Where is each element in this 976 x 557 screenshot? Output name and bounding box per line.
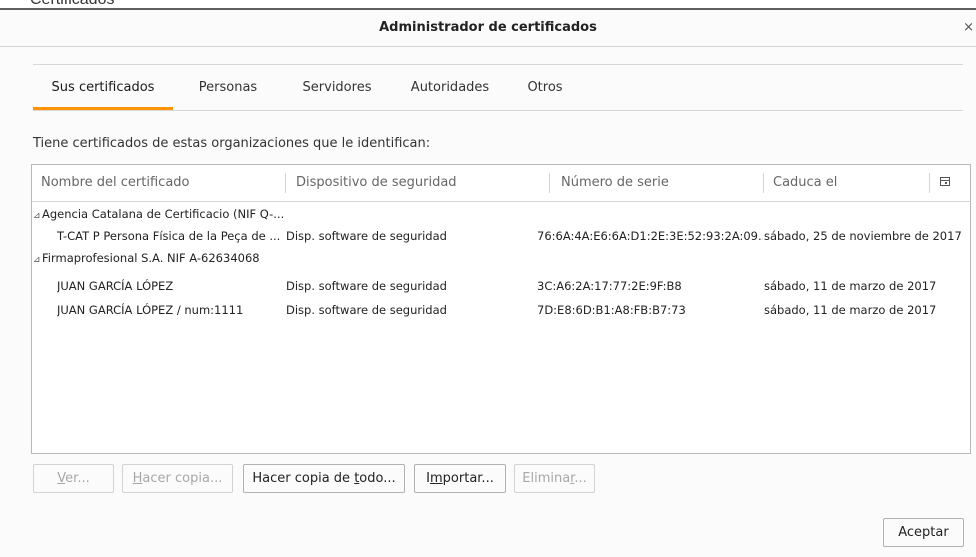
tab-servers[interactable]: Servidores	[287, 64, 387, 110]
column-separator[interactable]	[549, 173, 550, 193]
column-header-serial[interactable]: Número de serie	[561, 165, 669, 201]
cert-expires: sábado, 11 de marzo de 2017	[764, 303, 937, 317]
cert-device: Disp. software de seguridad	[286, 303, 447, 317]
import-button[interactable]: Importar...	[414, 464, 506, 493]
table-row[interactable]: JUAN GARCÍA LÓPEZ / num:1111 Disp. softw…	[32, 299, 970, 321]
tree-header: Nombre del certificado Dispositivo de se…	[32, 165, 970, 202]
delete-button[interactable]: Eliminar...	[514, 464, 595, 493]
collapse-triangle-icon[interactable]: ⊿	[33, 249, 41, 271]
intro-text: Tiene certificados de estas organizacion…	[33, 136, 431, 151]
cert-serial: 3C:A6:2A:17:77:2E:9F:B8	[537, 279, 682, 293]
column-header-device[interactable]: Dispositivo de seguridad	[296, 165, 457, 201]
cert-serial: 7D:E8:6D:B1:A8:FB:B7:73	[537, 303, 686, 317]
column-separator[interactable]	[763, 173, 764, 193]
cert-name: JUAN GARCÍA LÓPEZ / num:1111	[57, 303, 244, 317]
column-picker-icon[interactable]	[940, 177, 950, 186]
cert-name: T-CAT P Persona Física de la Peça de ...	[57, 229, 281, 243]
dialog-title: Administrador de certificados	[379, 20, 597, 35]
column-header-expires[interactable]: Caduca el	[773, 165, 837, 201]
tab-others[interactable]: Otros	[515, 64, 575, 110]
cert-device: Disp. software de seguridad	[286, 229, 447, 243]
ok-button[interactable]: Aceptar	[883, 518, 964, 547]
close-icon[interactable]: ×	[963, 20, 974, 35]
group-name: Agencia Catalana de Certificacio (NIF Q-…	[42, 207, 283, 221]
group-name: Firmaprofesional S.A. NIF A-62634068	[42, 251, 260, 265]
title-bar: Administrador de certificados ×	[0, 10, 976, 47]
certificate-tree[interactable]: Nombre del certificado Dispositivo de se…	[31, 164, 971, 454]
collapse-triangle-icon[interactable]: ⊿	[33, 205, 41, 227]
table-row[interactable]: JUAN GARCÍA LÓPEZ Disp. software de segu…	[32, 275, 970, 297]
table-row[interactable]: T-CAT P Persona Física de la Peça de ...…	[32, 225, 970, 247]
tabs-bottom-border	[33, 110, 963, 111]
cert-expires: sábado, 11 de marzo de 2017	[764, 279, 937, 293]
tab-your-certificates[interactable]: Sus certificados	[33, 64, 173, 110]
cert-expires: sábado, 25 de noviembre de 2017	[764, 229, 962, 243]
backup-all-button[interactable]: Hacer copia de todo...	[243, 464, 405, 493]
tree-group-row[interactable]: ⊿Agencia Catalana de Certificacio (NIF Q…	[32, 203, 970, 225]
cert-serial: 76:6A:4A:E6:6A:D1:2E:3E:52:93:2A:09...	[537, 229, 763, 243]
tree-group-row[interactable]: ⊿Firmaprofesional S.A. NIF A-62634068	[32, 247, 970, 269]
view-button[interactable]: Ver...	[33, 464, 114, 493]
backup-button[interactable]: Hacer copia...	[122, 464, 233, 493]
tab-people[interactable]: Personas	[183, 64, 273, 110]
cert-name: JUAN GARCÍA LÓPEZ	[57, 279, 174, 293]
column-separator[interactable]	[285, 173, 286, 193]
cert-device: Disp. software de seguridad	[286, 279, 447, 293]
column-header-name[interactable]: Nombre del certificado	[41, 165, 189, 201]
tab-authorities[interactable]: Autoridades	[400, 64, 500, 110]
column-separator[interactable]	[929, 173, 930, 193]
